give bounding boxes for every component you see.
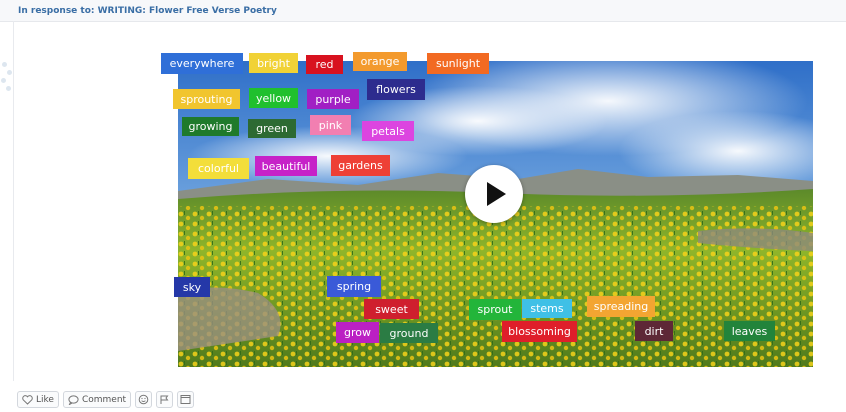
word-tag-sprout: sprout (469, 299, 521, 320)
word-tag-dirt: dirt (635, 321, 673, 341)
word-tag-purple: purple (307, 89, 359, 109)
word-tag-colorful: colorful (188, 158, 249, 179)
word-tag-yellow: yellow (249, 88, 298, 108)
heart-icon (22, 394, 33, 405)
flag-icon (160, 395, 169, 404)
like-button[interactable]: Like (17, 391, 59, 408)
word-tag-grow: grow (336, 322, 379, 343)
word-tag-everywhere: everywhere (161, 53, 243, 74)
comment-button[interactable]: Comment (62, 391, 132, 408)
action-bar: Like Comment (17, 391, 195, 409)
word-tag-green: green (248, 119, 296, 138)
word-tag-beautiful: beautiful (255, 156, 317, 176)
comment-label: Comment (81, 394, 127, 405)
word-tag-growing: growing (182, 117, 239, 136)
decorative-dots (0, 58, 14, 98)
word-tag-spring: spring (327, 276, 381, 297)
comment-bubble-icon (68, 394, 79, 405)
word-tag-flowers: flowers (367, 79, 425, 100)
window-button[interactable] (177, 391, 195, 408)
response-header: In response to: WRITING: Flower Free Ver… (0, 0, 846, 22)
word-tag-spreading: spreading (587, 296, 655, 317)
word-tag-sprouting: sprouting (173, 89, 240, 109)
window-icon (180, 395, 191, 404)
emoji-button[interactable] (135, 391, 153, 408)
play-icon (487, 182, 506, 206)
word-tag-pink: pink (310, 115, 351, 135)
word-tag-orange: orange (353, 52, 407, 71)
response-title[interactable]: In response to: WRITING: Flower Free Ver… (18, 6, 277, 16)
flag-button[interactable] (156, 391, 174, 408)
word-tag-petals: petals (362, 121, 414, 141)
like-label: Like (36, 394, 54, 405)
word-tag-blossoming: blossoming (502, 321, 577, 342)
word-tag-sky: sky (174, 277, 210, 297)
word-tag-sunlight: sunlight (427, 53, 489, 74)
word-tag-leaves: leaves (724, 321, 775, 341)
word-tag-stems: stems (522, 299, 572, 318)
word-tag-ground: ground (380, 323, 438, 343)
emoji-icon (138, 394, 149, 405)
word-tag-gardens: gardens (331, 155, 390, 176)
word-tag-sweet: sweet (364, 299, 419, 319)
play-button[interactable] (465, 165, 523, 223)
word-tag-red: red (306, 55, 343, 74)
word-tag-bright: bright (249, 53, 298, 73)
